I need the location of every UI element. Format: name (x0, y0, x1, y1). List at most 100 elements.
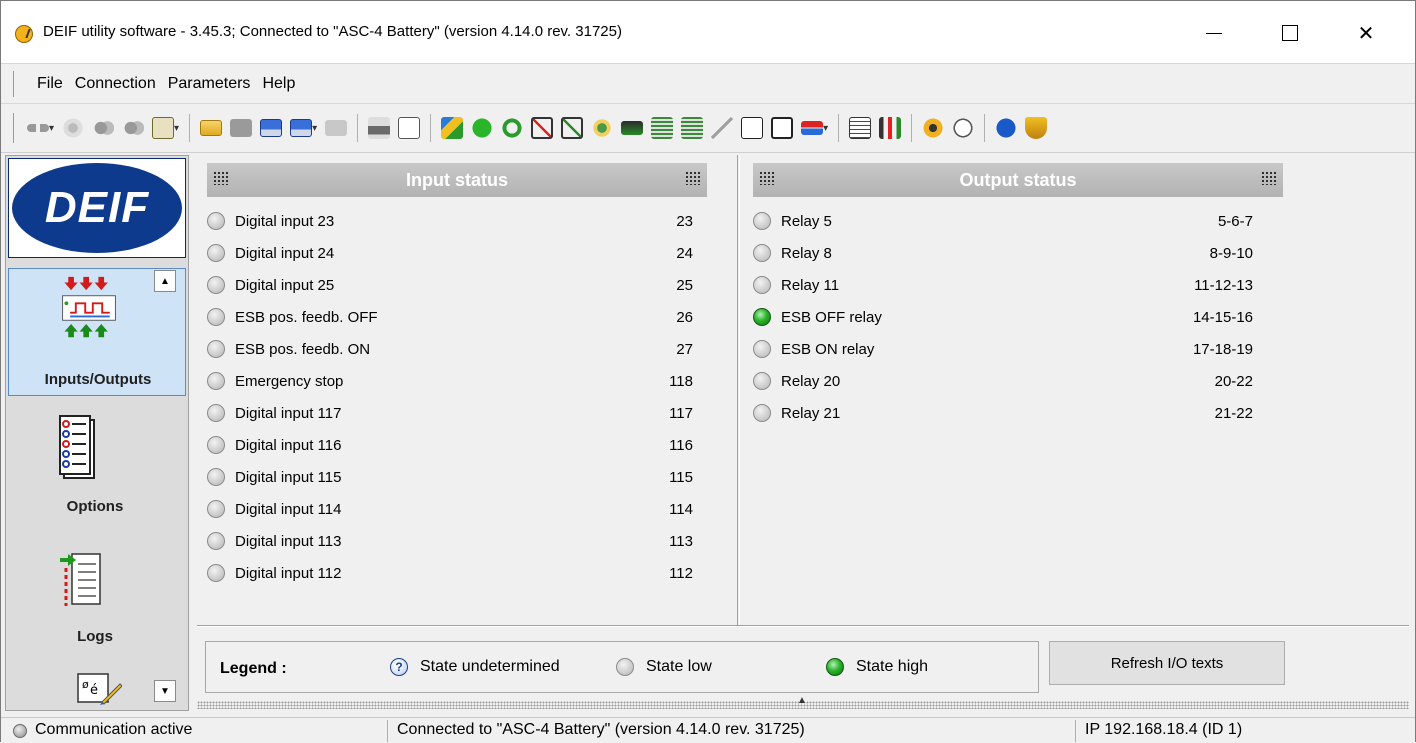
input-number: 118 (669, 372, 693, 390)
status-divider (1075, 720, 1076, 742)
print-icon[interactable] (368, 117, 391, 139)
deif-logo: DEIF (8, 158, 186, 258)
menu-help[interactable]: Help (256, 75, 301, 93)
save-icon[interactable] (260, 119, 283, 137)
open-icon[interactable] (200, 120, 223, 136)
application-icon[interactable] (441, 117, 464, 139)
inputs-outputs-icon (62, 276, 116, 338)
input-label: Digital input 25 (235, 276, 335, 294)
battery-icon[interactable] (621, 121, 644, 135)
input-number: 26 (676, 308, 693, 326)
legend-high: State high (826, 658, 928, 676)
input-number: 115 (669, 468, 693, 486)
connect-icon[interactable] (27, 124, 49, 132)
status-connected: Connected to "ASC-4 Battery" (version 4.… (397, 721, 805, 738)
import-icon[interactable] (325, 120, 348, 136)
app-icon (15, 25, 33, 43)
chevron-up-icon[interactable]: ▲ (797, 695, 807, 706)
legend-title: Legend : (220, 660, 287, 677)
nav-item-logs[interactable]: Logs (6, 628, 184, 645)
state-led-icon (207, 244, 225, 262)
menu-bar: File Connection Parameters Help (1, 63, 1415, 103)
input-status-title: Input status (406, 169, 508, 190)
input-status-panel: Input status Digital input 23 23 Digital i… (197, 155, 735, 625)
grid-icon[interactable] (1261, 171, 1277, 185)
timer-icon[interactable] (952, 117, 975, 139)
input-row: Digital input 116 116 (207, 433, 693, 457)
new-icon[interactable] (230, 119, 253, 137)
n-icon[interactable] (471, 117, 494, 139)
save-as-icon[interactable] (290, 119, 313, 137)
input-row: ESB pos. feedb. ON 27 (207, 337, 693, 361)
output-row: Relay 21 21-22 (753, 401, 1253, 425)
chevron-down-icon[interactable]: ▾ (49, 123, 54, 134)
minimize-button[interactable] (1187, 13, 1241, 53)
alarm-ack-icon[interactable] (561, 117, 584, 139)
output-number: 11-12-13 (1194, 276, 1253, 294)
print-preview-icon[interactable] (398, 117, 421, 139)
trend-icon[interactable] (711, 117, 734, 139)
output-row: ESB ON relay 17-18-19 (753, 337, 1253, 361)
chevron-down-icon[interactable]: ▾ (312, 123, 317, 134)
menu-parameters[interactable]: Parameters (162, 75, 257, 93)
maximize-button[interactable] (1263, 13, 1317, 53)
legend-low-label: State low (646, 658, 712, 675)
transfer-icon[interactable] (801, 121, 824, 135)
parameter-list-icon[interactable] (849, 117, 872, 139)
disconnect-icon[interactable] (62, 117, 85, 139)
options-icon (59, 415, 95, 479)
toolbar-separator (838, 114, 840, 142)
nav-scroll-down-button[interactable]: ▼ (154, 680, 176, 702)
log-icon[interactable] (651, 117, 674, 139)
info-icon[interactable] (995, 117, 1018, 139)
nav-label-inputs-outputs: Inputs/Outputs (44, 371, 152, 388)
refresh-icon[interactable] (501, 117, 524, 139)
id-icon[interactable] (771, 117, 794, 139)
close-button[interactable]: ✕ (1339, 13, 1393, 53)
sum-icon[interactable] (741, 117, 764, 139)
toolbar-separator (984, 114, 986, 142)
output-number: 20-22 (1214, 372, 1253, 390)
output-number: 14-15-16 (1192, 308, 1253, 326)
chevron-down-icon[interactable]: ▾ (823, 123, 828, 134)
toolbar-separator (189, 114, 191, 142)
input-number: 27 (676, 340, 693, 358)
input-label: Digital input 115 (235, 468, 342, 486)
state-led-icon (207, 404, 225, 422)
refresh-io-texts-button[interactable]: Refresh I/O texts (1049, 641, 1285, 685)
grid-icon[interactable] (759, 171, 775, 185)
log-2-icon[interactable] (681, 117, 704, 139)
state-led-icon (753, 404, 771, 422)
alarm-up-icon[interactable] (531, 117, 554, 139)
input-row: Digital input 117 117 (207, 401, 693, 425)
output-status-title: Output status (959, 169, 1077, 190)
input-label: ESB pos. feedb. ON (235, 340, 371, 358)
state-low-icon (616, 658, 634, 676)
grid-icon[interactable] (213, 171, 229, 185)
toolbar-separator (430, 114, 432, 142)
settings-icon[interactable] (591, 117, 614, 139)
state-led-icon (207, 436, 225, 454)
output-label: Relay 11 (781, 276, 840, 294)
output-row: Relay 20 20-22 (753, 369, 1253, 393)
input-row: Digital input 25 25 (207, 273, 693, 297)
logs-icon (60, 553, 101, 606)
menu-connection[interactable]: Connection (69, 75, 162, 93)
panel-divider[interactable] (737, 155, 740, 625)
password-icon[interactable] (152, 117, 175, 139)
write-icon[interactable] (122, 117, 145, 139)
svg-text:ø: ø (82, 678, 89, 691)
input-label: Digital input 24 (235, 244, 335, 262)
nav-item-options[interactable]: Options (6, 498, 184, 515)
read-icon[interactable] (92, 117, 115, 139)
io-chart-icon[interactable] (879, 117, 902, 139)
translations-icon: ø é (77, 673, 122, 705)
shield-icon[interactable] (1025, 117, 1048, 139)
chevron-down-icon[interactable]: ▾ (174, 123, 179, 134)
nav-scroll-up-button[interactable]: ▲ (154, 270, 176, 292)
left-nav: DEIF Inputs/Outputs ▲ Options Logs ø é ▼ (5, 155, 189, 711)
legend-undetermined-label: State undetermined (420, 658, 560, 675)
grid-icon[interactable] (685, 171, 701, 185)
gear-icon[interactable] (922, 117, 945, 139)
menu-file[interactable]: File (31, 75, 69, 93)
